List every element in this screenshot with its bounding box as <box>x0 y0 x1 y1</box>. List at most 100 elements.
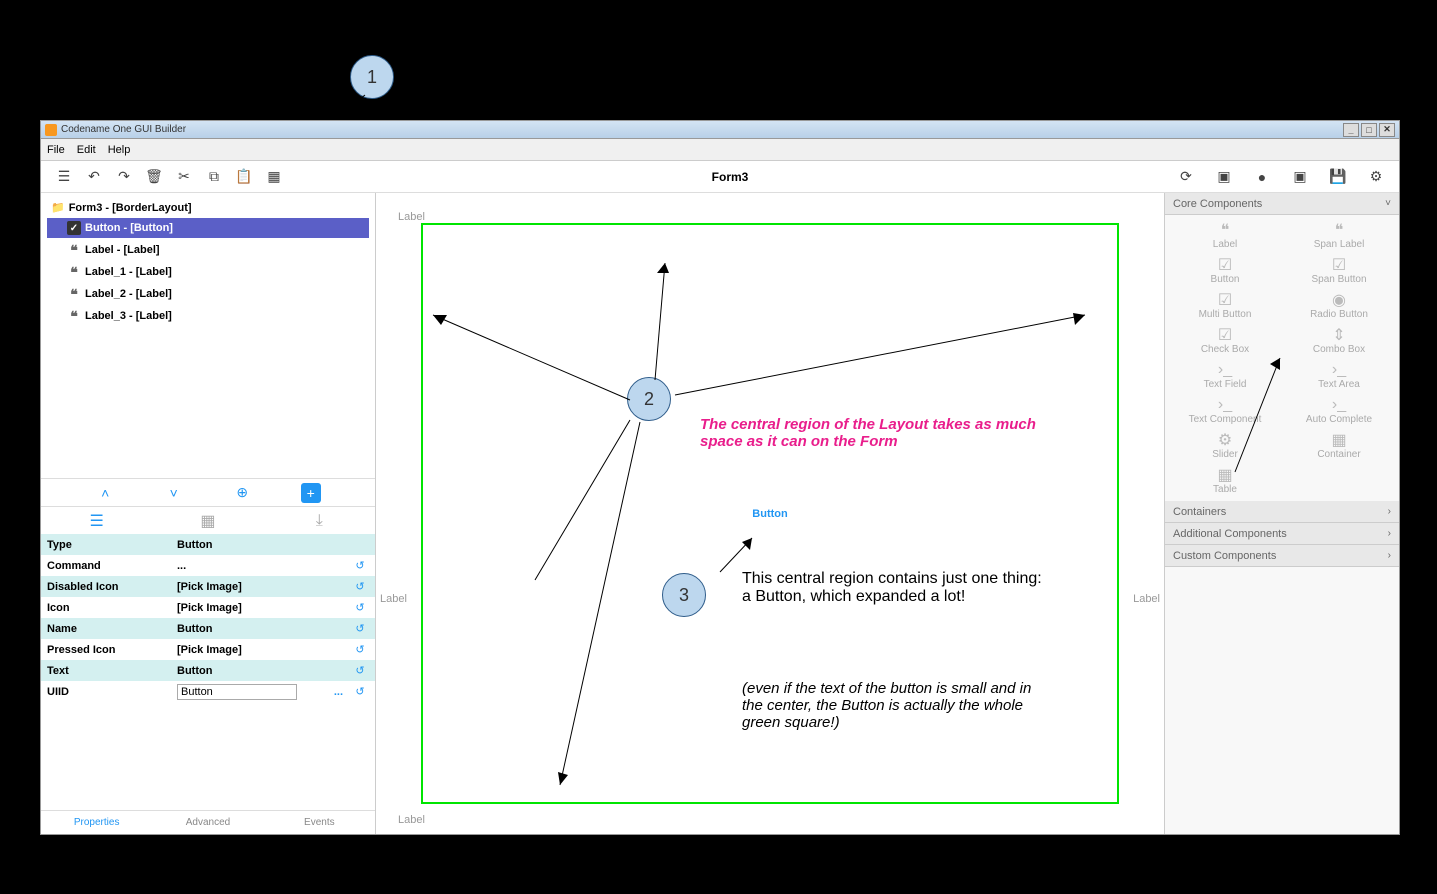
java-icon <box>45 124 57 136</box>
prop-disabled-icon[interactable]: Disabled Icon [Pick Image] ↺ <box>41 576 375 597</box>
label-icon: ❝ <box>67 309 81 323</box>
download-icon[interactable]: ⤓ <box>307 511 331 531</box>
label-icon: ❝ <box>67 243 81 257</box>
tab-properties[interactable]: Properties <box>41 811 152 834</box>
refresh-icon[interactable]: ⟳ <box>1177 168 1195 186</box>
tab-advanced[interactable]: Advanced <box>152 811 263 834</box>
palette-button[interactable]: ☑Button <box>1169 254 1281 287</box>
palette-slider[interactable]: ⚙Slider <box>1169 429 1281 462</box>
palette-span-button[interactable]: ☑Span Button <box>1283 254 1395 287</box>
paste-icon[interactable]: 📋 <box>235 168 253 186</box>
palette-custom-header[interactable]: Custom Components› <box>1165 545 1399 567</box>
form-title: Form3 <box>289 170 1171 184</box>
add-icon[interactable]: ⊕ <box>232 483 252 503</box>
palette-label[interactable]: ❝Label <box>1169 219 1281 252</box>
button-text: Button <box>752 508 787 520</box>
prop-uiid[interactable]: UIID ... ↺ <box>41 681 375 702</box>
list-view-icon[interactable]: ☰ <box>85 511 109 531</box>
close-button[interactable]: ✕ <box>1379 123 1395 137</box>
prop-pressed-icon[interactable]: Pressed Icon [Pick Image] ↺ <box>41 639 375 660</box>
menu-file[interactable]: File <box>47 144 65 156</box>
label-icon: ❝ <box>67 287 81 301</box>
palette-multi-button[interactable]: ☑Multi Button <box>1169 289 1281 322</box>
prop-icon[interactable]: Icon [Pick Image] ↺ <box>41 597 375 618</box>
image-icon[interactable]: ▣ <box>1215 168 1233 186</box>
quote-icon: ❝ <box>1327 221 1351 239</box>
canvas-label-bottom: Label <box>398 814 425 826</box>
menu-help[interactable]: Help <box>108 144 131 156</box>
move-up-icon[interactable]: ˄ <box>95 483 115 503</box>
tree-item-label3[interactable]: ❝ Label_3 - [Label] <box>47 306 369 326</box>
tree-item-label1[interactable]: ❝ Label_1 - [Label] <box>47 262 369 282</box>
grid-icon: ▦ <box>1327 431 1351 449</box>
right-panel: Core Components ˅ ❝Label ❝Span Label ☑Bu… <box>1164 193 1399 834</box>
palette-text-area[interactable]: ›_Text Area <box>1283 359 1395 392</box>
palette-text-field[interactable]: ›_Text Field <box>1169 359 1281 392</box>
reset-icon[interactable]: ↺ <box>351 557 369 575</box>
canvas-label-top: Label <box>398 211 425 223</box>
tab-events[interactable]: Events <box>264 811 375 834</box>
uiid-picker[interactable]: ... <box>334 686 343 698</box>
tree-item-button[interactable]: ✓ Button - [Button] <box>47 218 369 238</box>
tree-actions: ˄ ˅ ⊕ + <box>41 478 375 506</box>
check-icon: ☑ <box>1213 291 1237 309</box>
palette-containers-header[interactable]: Containers› <box>1165 501 1399 523</box>
preview-icon[interactable]: ▦ <box>265 168 283 186</box>
app-window: Codename One GUI Builder _ □ ✕ File Edit… <box>40 120 1400 835</box>
copy-icon[interactable]: ⧉ <box>205 168 223 186</box>
prop-type: Type Button <box>41 534 375 555</box>
undo-icon[interactable]: ↶ <box>85 168 103 186</box>
grid-view-icon[interactable]: ▦ <box>196 511 220 531</box>
reset-icon[interactable]: ↺ <box>351 683 369 701</box>
palette-table[interactable]: ▦Table <box>1169 464 1281 497</box>
palette-check-box[interactable]: ☑Check Box <box>1169 324 1281 357</box>
canvas-label-right: Label <box>1133 593 1160 605</box>
menu-icon[interactable]: ☰ <box>55 168 73 186</box>
minimize-button[interactable]: _ <box>1343 123 1359 137</box>
palette-combo-box[interactable]: ⇕Combo Box <box>1283 324 1395 357</box>
circle-icon[interactable]: ● <box>1253 168 1271 186</box>
reset-icon[interactable]: ↺ <box>351 641 369 659</box>
bottom-tabs: Properties Advanced Events <box>41 810 375 834</box>
palette-radio-button[interactable]: ◉Radio Button <box>1283 289 1395 322</box>
tree-item-label2[interactable]: ❝ Label_2 - [Label] <box>47 284 369 304</box>
chevron-right-icon: › <box>1388 528 1391 539</box>
properties-panel: Type Button Command ... ↺ Disabled Icon … <box>41 534 375 810</box>
uiid-input[interactable] <box>177 684 297 700</box>
chevron-right-icon: › <box>1388 506 1391 517</box>
prop-command[interactable]: Command ... ↺ <box>41 555 375 576</box>
prop-name[interactable]: Name Button ↺ <box>41 618 375 639</box>
property-tabs: ☰ ▦ ⤓ <box>41 506 375 534</box>
cut-icon[interactable]: ✂ <box>175 168 193 186</box>
menu-edit[interactable]: Edit <box>77 144 96 156</box>
annotation-text-3b: (even if the text of the button is small… <box>742 680 1042 731</box>
palette-span-label[interactable]: ❝Span Label <box>1283 219 1395 252</box>
delete-icon[interactable]: 🗑 <box>145 168 163 186</box>
redo-icon[interactable]: ↷ <box>115 168 133 186</box>
quote-icon: ❝ <box>1213 221 1237 239</box>
palette-container[interactable]: ▦Container <box>1283 429 1395 462</box>
save-icon[interactable]: 💾 <box>1329 168 1347 186</box>
prompt-icon: ›_ <box>1327 361 1351 379</box>
chevron-down-icon: ˅ <box>1385 198 1391 209</box>
palette-core-header[interactable]: Core Components ˅ <box>1165 193 1399 215</box>
prop-text[interactable]: Text Button ↺ <box>41 660 375 681</box>
settings-icon[interactable]: ⚙ <box>1367 168 1385 186</box>
tree-item-label[interactable]: ❝ Label - [Label] <box>47 240 369 260</box>
folder-icon: 📁 <box>51 201 65 214</box>
picture-icon[interactable]: ▣ <box>1291 168 1309 186</box>
tree-root[interactable]: 📁 Form3 - [BorderLayout] <box>47 199 369 216</box>
palette-additional-header[interactable]: Additional Components› <box>1165 523 1399 545</box>
component-tree: 📁 Form3 - [BorderLayout] ✓ Button - [But… <box>41 193 375 478</box>
add-filled-icon[interactable]: + <box>301 483 321 503</box>
annotation-circle-1: 1 <box>350 55 394 99</box>
reset-icon[interactable]: ↺ <box>351 599 369 617</box>
reset-icon[interactable]: ↺ <box>351 620 369 638</box>
palette-auto-complete[interactable]: ›_Auto Complete <box>1283 394 1395 427</box>
palette-text-component[interactable]: ›_Text Component <box>1169 394 1281 427</box>
reset-icon[interactable]: ↺ <box>351 578 369 596</box>
maximize-button[interactable]: □ <box>1361 123 1377 137</box>
canvas[interactable]: Label Label Label Label Button <box>376 193 1164 834</box>
reset-icon[interactable]: ↺ <box>351 662 369 680</box>
move-down-icon[interactable]: ˅ <box>164 483 184 503</box>
